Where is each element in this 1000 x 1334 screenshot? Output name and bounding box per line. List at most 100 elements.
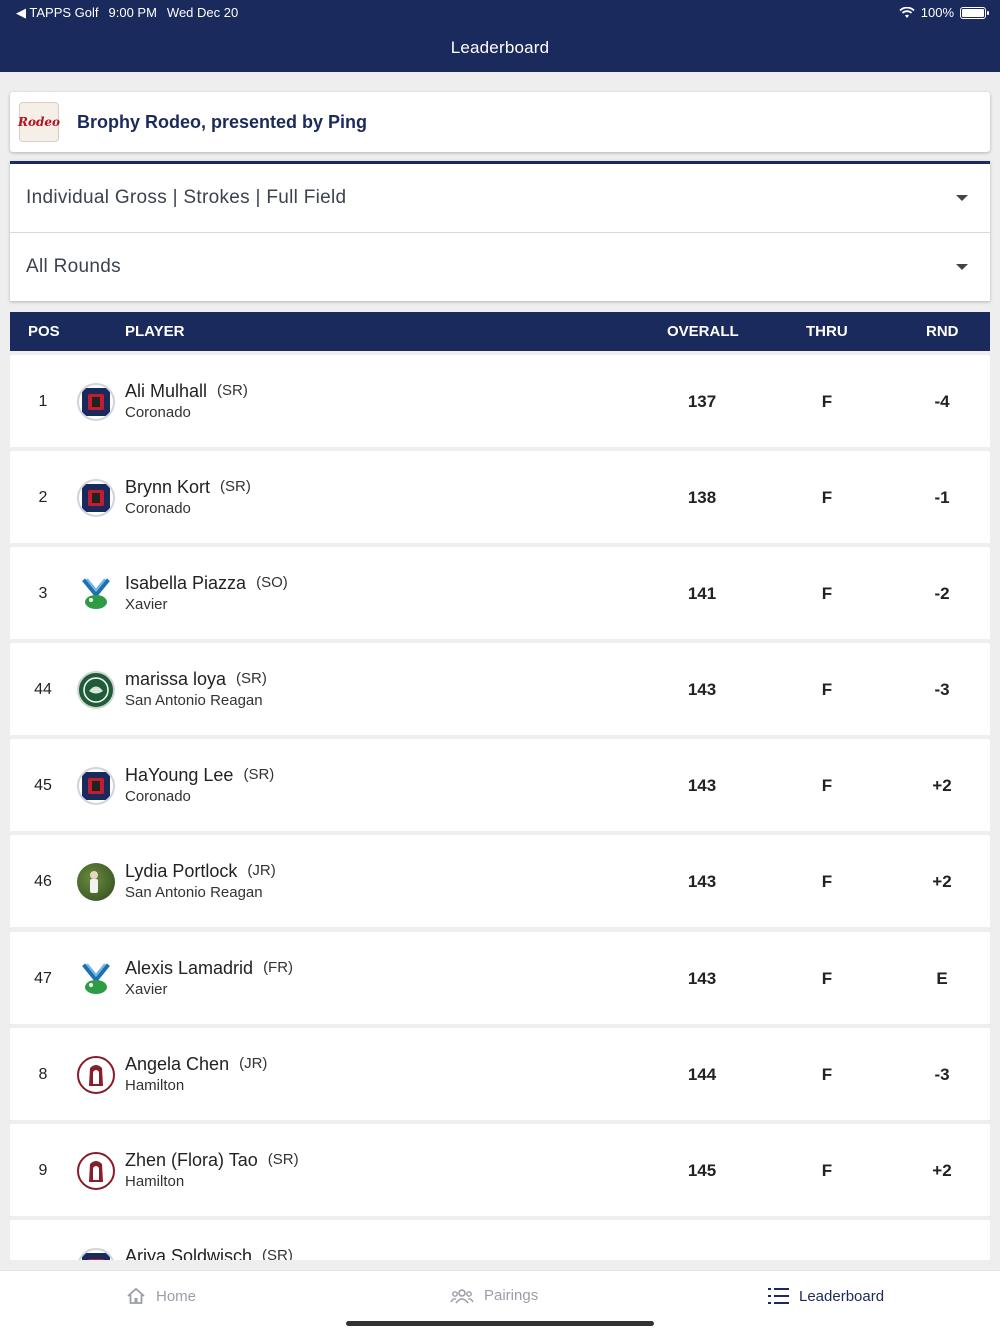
table-row[interactable]: 45 HaYoung Lee (SR) Coronado 143 F +2 — [10, 739, 990, 831]
battery-percent: 100% — [920, 5, 954, 20]
leaderboard-type-select[interactable]: Individual Gross | Strokes | Full Field — [10, 164, 990, 232]
dropdown-caret-icon — [956, 195, 968, 201]
tab-home[interactable]: Home — [126, 1287, 196, 1305]
event-name: Brophy Rodeo, presented by Ping — [77, 111, 368, 132]
row-overall: 145 — [687, 1161, 717, 1180]
round-value: All Rounds — [26, 256, 121, 277]
player-name[interactable]: Ariya Soldwisch — [125, 1246, 252, 1260]
player-name[interactable]: Brynn Kort — [125, 477, 210, 498]
back-to-app-link[interactable]: ◀ TAPPS Golf — [16, 5, 99, 21]
row-thru: F — [821, 488, 833, 507]
coronado-logo-icon — [77, 1248, 115, 1260]
player-photo-avatar — [77, 863, 115, 901]
player-name[interactable]: Zhen (Flora) Tao — [125, 1150, 258, 1171]
row-rnd: +2 — [932, 776, 952, 795]
tab-leaderboard[interactable]: Leaderboard — [768, 1287, 884, 1305]
row-pos: 44 — [34, 681, 52, 698]
table-row[interactable]: Ariya Soldwisch (SR) — [10, 1220, 990, 1260]
table-row[interactable]: 46 Lydia Portlock (JR) San Antonio Reagan… — [10, 835, 990, 927]
tab-pairings[interactable]: Pairings — [450, 1287, 538, 1304]
battery-icon — [960, 6, 989, 19]
row-thru: F — [821, 392, 833, 411]
player-school: Coronado — [125, 404, 191, 421]
player-school: San Antonio Reagan — [125, 884, 263, 901]
header-rnd: RND — [926, 323, 959, 340]
header-overall: OVERALL — [667, 323, 739, 340]
list-icon — [768, 1288, 789, 1304]
row-pos: 8 — [38, 1066, 48, 1083]
player-name[interactable]: marissa loya — [125, 669, 226, 690]
player-class: (SR) — [217, 382, 248, 399]
table-row[interactable]: 9 Zhen (Flora) Tao (SR) Hamilton 145 F +2 — [10, 1124, 990, 1216]
filters-panel: Individual Gross | Strokes | Full Field … — [10, 161, 990, 301]
table-row[interactable]: 3 Isabella Piazza (SO) Xavier 141 F -2 — [10, 547, 990, 639]
coronado-logo-icon — [77, 767, 115, 805]
row-rnd: +2 — [932, 872, 952, 891]
player-school: Coronado — [125, 788, 191, 805]
top-bar: ◀ TAPPS Golf 9:00 PM Wed Dec 20 100% Lea… — [0, 0, 1000, 72]
player-class: (SR) — [267, 1151, 299, 1168]
row-rnd: -3 — [934, 1065, 950, 1084]
row-rnd: E — [936, 969, 948, 988]
header-player: PLAYER — [125, 323, 185, 340]
home-indicator[interactable] — [346, 1321, 654, 1326]
status-time: 9:00 PM — [108, 5, 157, 20]
player-class: (JR) — [239, 1055, 268, 1072]
event-logo-text: Rodeo — [18, 115, 61, 129]
leaderboard-list[interactable]: 1 Ali Mulhall (SR) Coronado 137 F -4 2 Br… — [10, 355, 990, 1260]
row-pos: 3 — [38, 585, 48, 602]
player-school: Hamilton — [125, 1077, 185, 1094]
player-class: (SO) — [256, 574, 288, 591]
row-overall: 138 — [687, 488, 717, 507]
page-title: Leaderboard — [450, 38, 550, 57]
event-logo: Rodeo — [18, 102, 61, 142]
hamilton-logo-icon — [77, 1056, 115, 1094]
player-name[interactable]: Alexis Lamadrid — [125, 958, 253, 979]
player-class: (FR) — [263, 959, 294, 976]
table-row[interactable]: 2 Brynn Kort (SR) Coronado 138 F -1 — [10, 451, 990, 543]
header-pos: POS — [28, 323, 60, 340]
tab-leaderboard-label: Leaderboard — [799, 1287, 885, 1305]
row-thru: F — [821, 1161, 833, 1180]
table-row[interactable]: 8 Angela Chen (JR) Hamilton 144 F -3 — [10, 1028, 990, 1120]
player-school: San Antonio Reagan — [125, 692, 263, 709]
wifi-icon — [899, 6, 915, 18]
player-class: (SR) — [236, 670, 267, 687]
row-overall: 137 — [687, 392, 717, 411]
home-icon — [127, 1287, 145, 1304]
round-select[interactable]: All Rounds — [10, 232, 990, 301]
table-row[interactable]: 1 Ali Mulhall (SR) Coronado 137 F -4 — [10, 355, 990, 447]
row-rnd: +2 — [932, 1161, 952, 1180]
leaderboard-type-value: Individual Gross | Strokes | Full Field — [26, 187, 347, 208]
tab-pairings-label: Pairings — [484, 1287, 539, 1304]
table-row[interactable]: 47 Alexis Lamadrid (FR) Xavier 143 F E — [10, 932, 990, 1024]
row-overall: 143 — [687, 969, 717, 988]
row-thru: F — [821, 969, 833, 988]
player-class: (JR) — [247, 862, 276, 879]
row-thru: F — [821, 776, 833, 795]
reagan-logo-icon — [77, 671, 115, 709]
people-icon — [450, 1288, 474, 1304]
row-overall: 144 — [687, 1065, 717, 1084]
player-name[interactable]: Ali Mulhall — [125, 381, 207, 402]
player-name[interactable]: HaYoung Lee — [125, 765, 233, 786]
row-overall: 143 — [687, 776, 717, 795]
player-school: Coronado — [125, 500, 191, 517]
table-row[interactable]: 44 marissa loya (SR) San Antonio Reagan 1… — [10, 643, 990, 735]
row-pos: 47 — [34, 970, 52, 987]
player-class: (SR) — [262, 1247, 293, 1260]
coronado-logo-icon — [77, 383, 115, 421]
row-pos: 9 — [38, 1162, 48, 1179]
row-pos: 1 — [38, 393, 48, 410]
row-overall: 143 — [687, 680, 717, 699]
player-school: Xavier — [125, 596, 168, 613]
row-rnd: -1 — [934, 488, 950, 507]
row-pos: 2 — [38, 489, 48, 506]
player-name[interactable]: Angela Chen — [125, 1054, 229, 1075]
table-header: POS PLAYER OVERALL THRU RND — [10, 312, 990, 351]
player-name[interactable]: Isabella Piazza — [125, 573, 246, 594]
event-card[interactable]: Rodeo Brophy Rodeo, presented by Ping — [10, 92, 990, 152]
player-name[interactable]: Lydia Portlock — [125, 861, 237, 882]
status-date: Wed Dec 20 — [166, 5, 239, 20]
row-rnd: -4 — [934, 392, 950, 411]
